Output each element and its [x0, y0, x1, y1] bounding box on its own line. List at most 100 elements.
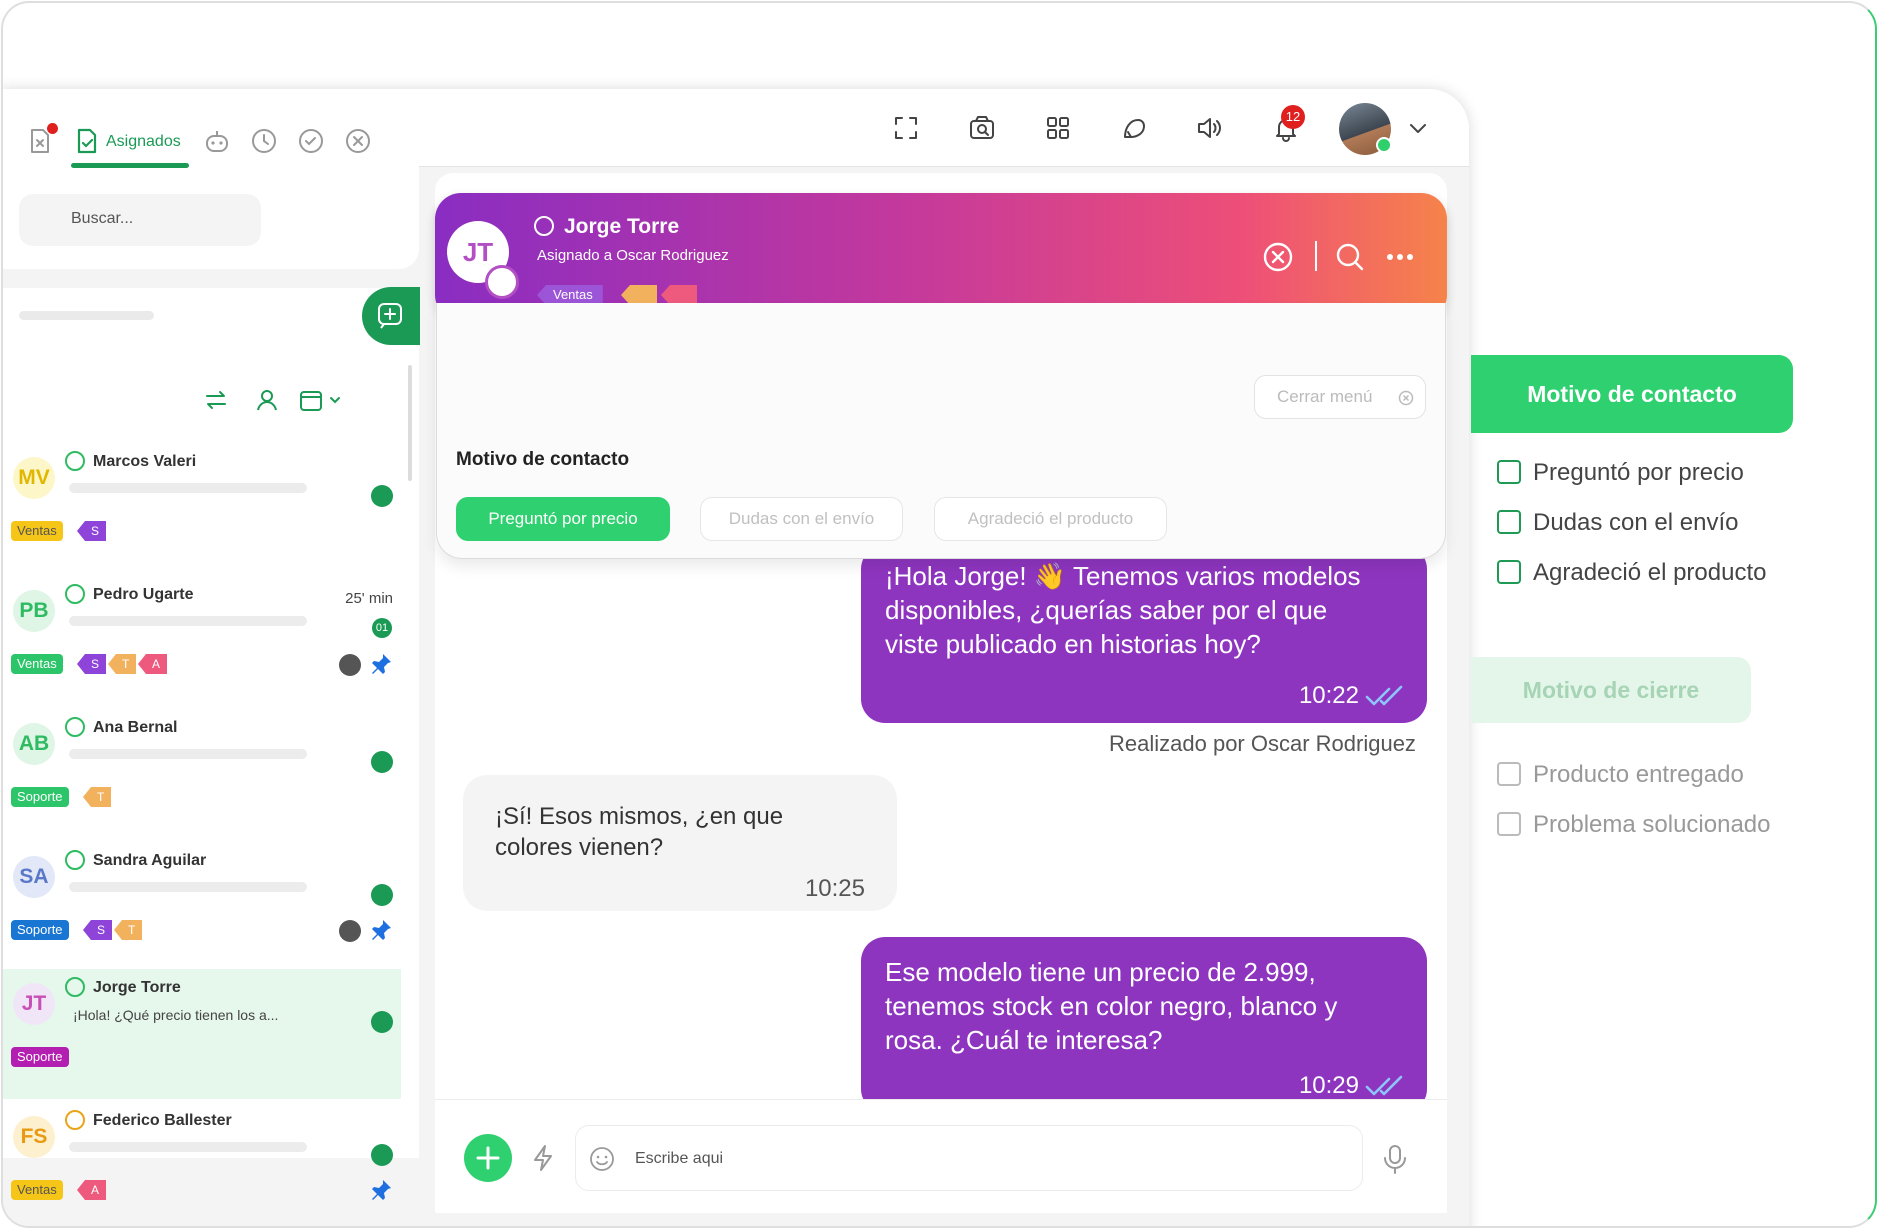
search-chat-icon[interactable] [1334, 241, 1366, 273]
user-assign-icon[interactable] [254, 387, 280, 413]
close-label-producto-entregado: Producto entregado [1533, 761, 1744, 788]
channel-tag: Ventas [11, 654, 63, 674]
channel-tag: Ventas [11, 1180, 63, 1200]
fullscreen-icon[interactable] [891, 113, 921, 143]
checkbox-producto-entregado[interactable] [1497, 762, 1521, 786]
file-check-icon[interactable] [73, 127, 101, 155]
add-attachment-button[interactable] [464, 1134, 512, 1182]
message-text: tenemos stock en color negro, blanco y [885, 991, 1338, 1021]
online-status-dot [1376, 137, 1392, 153]
double-check-icon [1365, 685, 1405, 709]
contact-avatar: AB [13, 723, 55, 765]
channel-tag: Ventas [11, 521, 63, 541]
checkbox-pregunto-precio[interactable] [1497, 460, 1521, 484]
close-menu-button[interactable]: Cerrar menú [1254, 375, 1426, 419]
calendar-dropdown-icon[interactable] [299, 387, 345, 413]
contact-row[interactable]: SA Sandra Aguilar Soporte S T [3, 842, 401, 972]
clock-status-icon [339, 920, 361, 942]
preview-placeholder [69, 882, 307, 892]
contact-avatar: JT [13, 983, 55, 1025]
reason-label-dudas-envio: Dudas con el envío [1533, 509, 1739, 536]
outgoing-message: Ese modelo tiene un precio de 2.999, tene… [861, 937, 1427, 1113]
contact-reason-title: Motivo de contacto [1471, 355, 1793, 433]
reason-label-agradecio-producto: Agradeció el producto [1533, 559, 1767, 586]
pin-icon[interactable] [369, 652, 393, 676]
smile-icon [65, 717, 85, 737]
emoji-icon[interactable] [589, 1146, 615, 1172]
pin-icon[interactable] [369, 918, 393, 942]
reason-label-pregunto-precio: Preguntó por precio [1533, 459, 1744, 486]
contact-row[interactable]: MV Marcos Valeri Ventas S [3, 443, 401, 573]
active-tab-indicator [71, 163, 189, 168]
status-dot [371, 1144, 393, 1166]
chevron-down-icon[interactable] [1403, 113, 1433, 143]
contact-time: 25' min [345, 590, 393, 607]
message-text: ¡Sí! Esos mismos, ¿en que [495, 803, 784, 830]
smile-icon [65, 584, 85, 604]
x-circle-icon[interactable] [344, 127, 372, 155]
header-divider [1315, 241, 1317, 271]
contact-row[interactable]: JT Jorge Torre ¡Hola! ¿Qué precio tienen l… [3, 969, 401, 1099]
pin-icon[interactable] [369, 1178, 393, 1202]
preview-placeholder [69, 616, 307, 626]
grid-apps-icon[interactable] [1043, 113, 1073, 143]
check-circle-icon[interactable] [297, 127, 325, 155]
contact-list-scrollbar[interactable] [408, 365, 412, 481]
microphone-icon[interactable] [1381, 1143, 1409, 1175]
menu-title: Motivo de contacto [456, 449, 630, 470]
message-time: 10:29 [1298, 1072, 1359, 1099]
search-input[interactable] [19, 194, 261, 246]
checkbox-agradecio-producto[interactable] [1497, 560, 1521, 584]
outgoing-message: ¡Hola Jorge! 👋 Tenemos varios modelos dis… [861, 545, 1427, 723]
close-label-problema-solucionado: Problema solucionado [1533, 811, 1771, 838]
contact-tag: A [138, 654, 168, 674]
contact-name: Federico Ballester [93, 1112, 232, 1129]
smile-icon [65, 977, 85, 997]
close-menu-label: Cerrar menú [1277, 387, 1373, 406]
more-options-icon[interactable] [1384, 241, 1416, 273]
new-chat-button[interactable] [362, 287, 420, 345]
transfer-icon[interactable] [203, 387, 229, 413]
tab-asignados[interactable]: Asignados [106, 133, 181, 151]
contact-tag: T [83, 787, 112, 807]
contact-row[interactable]: FS Federico Ballester Ventas A [3, 1102, 401, 1226]
message-text: ¡Hola Jorge! 👋 Tenemos varios modelos [885, 561, 1361, 591]
screen-search-icon[interactable] [967, 113, 997, 143]
clock-icon[interactable] [250, 127, 278, 155]
option-pregunto-precio[interactable]: Preguntó por precio [456, 497, 670, 541]
close-reason-title: Motivo de cierre [1471, 657, 1751, 723]
contact-row[interactable]: AB Ana Bernal Soporte T [3, 709, 401, 839]
message-time: 10:22 [1298, 682, 1359, 709]
channel-tag: Soporte [11, 1047, 69, 1067]
contact-tag: A [77, 1180, 107, 1200]
status-dot [371, 485, 393, 507]
option-dudas-envio[interactable]: Dudas con el envío [700, 497, 903, 541]
close-small-icon [1398, 390, 1414, 406]
contact-name: Marcos Valeri [93, 453, 197, 470]
support-icon[interactable] [1119, 113, 1149, 143]
message-text: Ese modelo tiene un precio de 2.999, [885, 957, 1316, 987]
speaker-icon[interactable] [1195, 113, 1225, 143]
status-dot [371, 884, 393, 906]
option-agradecio-producto[interactable]: Agradeció el producto [934, 497, 1167, 541]
contact-row[interactable]: PB Pedro Ugarte 25' min 01 Ventas S T A [3, 576, 401, 706]
contact-name: Pedro Ugarte [93, 586, 194, 603]
list-toolbar-placeholder [19, 311, 154, 320]
close-chat-icon[interactable] [1262, 241, 1294, 273]
chat-assigned-label: Asignado a Oscar Rodriguez [537, 247, 729, 264]
lightning-icon[interactable] [528, 1143, 558, 1173]
contact-preview: ¡Hola! ¿Qué precio tienen los a... [73, 1007, 279, 1023]
message-text: rosa. ¿Cuál te interesa? [885, 1025, 1163, 1055]
smile-icon [65, 451, 85, 471]
app-frame: 12 Asignados Buscar... MV Marcos Valeri … [1, 1, 1877, 1228]
chat-contact-name[interactable]: Jorge Torre [564, 215, 679, 239]
avatar-channel-badge [485, 265, 519, 299]
channel-tag: Soporte [11, 787, 69, 807]
checkbox-dudas-envio[interactable] [1497, 510, 1521, 534]
contact-avatar: PB [13, 590, 55, 632]
double-check-icon [1365, 1075, 1405, 1099]
bot-icon[interactable] [203, 127, 231, 155]
message-text: viste publicado en historias hoy? [885, 629, 1261, 659]
message-text: disponibles, ¿querías saber por el que [885, 595, 1328, 625]
checkbox-problema-solucionado[interactable] [1497, 812, 1521, 836]
